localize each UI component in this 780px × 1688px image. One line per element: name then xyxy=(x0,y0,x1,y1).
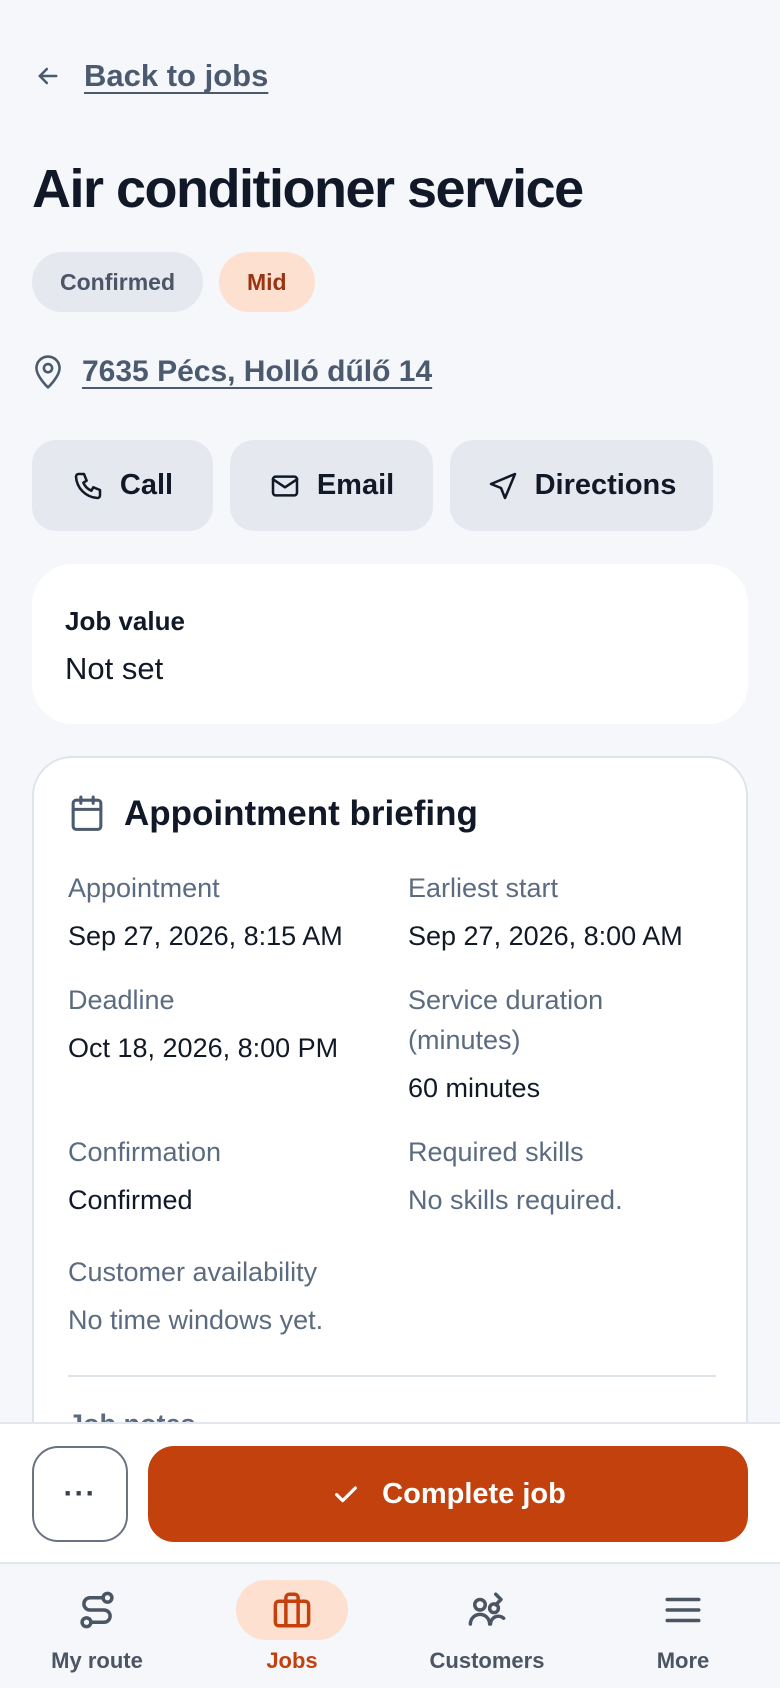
nav-label: My route xyxy=(51,1648,143,1673)
job-notes-heading: Job notes xyxy=(68,1409,196,1423)
appointment-briefing-card: Appointment briefing Appointment Sep 27,… xyxy=(32,756,748,1423)
action-footer: ··· Complete job xyxy=(0,1422,780,1562)
status-badges: Confirmed Mid xyxy=(32,252,315,312)
priority-badge: Mid xyxy=(219,252,315,312)
field-value: No skills required. xyxy=(408,1185,623,1215)
field-label: Appointment xyxy=(68,873,220,903)
briefing-title: Appointment briefing xyxy=(124,794,478,833)
field-earliest-start: Earliest start Sep 27, 2026, 8:00 AM xyxy=(408,868,728,956)
nav-icon-wrap xyxy=(41,1580,153,1640)
field-required-skills: Required skills No skills required. xyxy=(408,1132,708,1220)
nav-icon-wrap xyxy=(236,1580,348,1640)
nav-label: Customers xyxy=(429,1648,545,1673)
divider xyxy=(68,1375,716,1377)
nav-icon-wrap xyxy=(627,1580,739,1640)
field-value: 60 minutes xyxy=(408,1073,541,1103)
field-value: Sep 27, 2026, 8:15 AM xyxy=(68,921,343,951)
email-label: Email xyxy=(316,469,395,501)
route-icon xyxy=(80,1591,114,1629)
field-label: Confirmation xyxy=(68,1137,222,1167)
field-value: Sep 27, 2026, 8:00 AM xyxy=(408,921,683,951)
address-text: 7635 Pécs, Holló dűlő 14 xyxy=(82,355,433,388)
field-label: Service duration (minutes) xyxy=(408,985,604,1055)
job-value-label: Job value xyxy=(65,606,185,636)
status-badge-confirmed: Confirmed xyxy=(32,252,203,312)
phone-icon xyxy=(74,472,102,499)
field-confirmation: Confirmation Confirmed xyxy=(68,1132,368,1220)
job-value-text: Not set xyxy=(65,651,164,686)
directions-label: Directions xyxy=(534,469,677,501)
address-link[interactable]: 7635 Pécs, Holló dűlő 14 xyxy=(32,351,432,393)
field-label: Earliest start xyxy=(408,873,559,903)
email-button[interactable]: Email xyxy=(230,440,433,531)
field-customer-availability: Customer availability No time windows ye… xyxy=(68,1252,468,1340)
page-title: Air conditioner service xyxy=(32,159,584,219)
briefing-header: Appointment briefing xyxy=(68,794,478,834)
call-label: Call xyxy=(119,469,174,501)
nav-item-more[interactable]: More xyxy=(588,1580,778,1674)
contact-actions: Call Email Directions xyxy=(32,440,713,531)
map-pin-icon xyxy=(35,355,61,389)
job-value-card: Job value Not set xyxy=(32,564,748,724)
nav-item-customers[interactable]: Customers xyxy=(392,1580,582,1674)
field-value: Confirmed xyxy=(68,1185,193,1215)
complete-job-button[interactable]: Complete job xyxy=(148,1446,748,1542)
back-to-jobs-link[interactable]: Back to jobs xyxy=(34,56,268,96)
field-service-duration: Service duration (minutes) 60 minutes xyxy=(408,980,638,1108)
complete-job-label: Complete job xyxy=(382,1477,566,1510)
call-button[interactable]: Call xyxy=(32,440,213,531)
check-icon xyxy=(335,1486,358,1503)
navigation-icon xyxy=(489,472,516,499)
field-label: Customer availability xyxy=(68,1257,318,1287)
nav-icon-wrap xyxy=(431,1580,543,1640)
field-label: Deadline xyxy=(68,985,175,1015)
briefcase-icon xyxy=(273,1592,311,1628)
nav-item-my-route[interactable]: My route xyxy=(2,1580,192,1674)
field-appointment: Appointment Sep 27, 2026, 8:15 AM xyxy=(68,868,368,956)
job-detail-scroll[interactable]: Back to jobs Air conditioner service Con… xyxy=(0,0,780,1423)
field-deadline: Deadline Oct 18, 2026, 8:00 PM xyxy=(68,980,368,1068)
field-label: Required skills xyxy=(408,1137,584,1167)
mail-icon xyxy=(271,474,299,497)
field-value: Oct 18, 2026, 8:00 PM xyxy=(68,1033,339,1063)
field-value: No time windows yet. xyxy=(68,1305,324,1335)
nav-label: Jobs xyxy=(266,1648,318,1673)
arrow-left-icon xyxy=(38,67,58,85)
menu-icon xyxy=(665,1597,701,1623)
nav-item-jobs[interactable]: Jobs xyxy=(197,1580,387,1674)
bottom-nav: My route Jobs Customers More xyxy=(0,1562,780,1688)
nav-label: More xyxy=(656,1648,710,1673)
calendar-icon xyxy=(71,795,103,831)
more-options-button[interactable]: ··· xyxy=(32,1446,128,1542)
customers-icon xyxy=(468,1592,506,1626)
directions-button[interactable]: Directions xyxy=(450,440,713,531)
back-link-label: Back to jobs xyxy=(84,58,269,93)
